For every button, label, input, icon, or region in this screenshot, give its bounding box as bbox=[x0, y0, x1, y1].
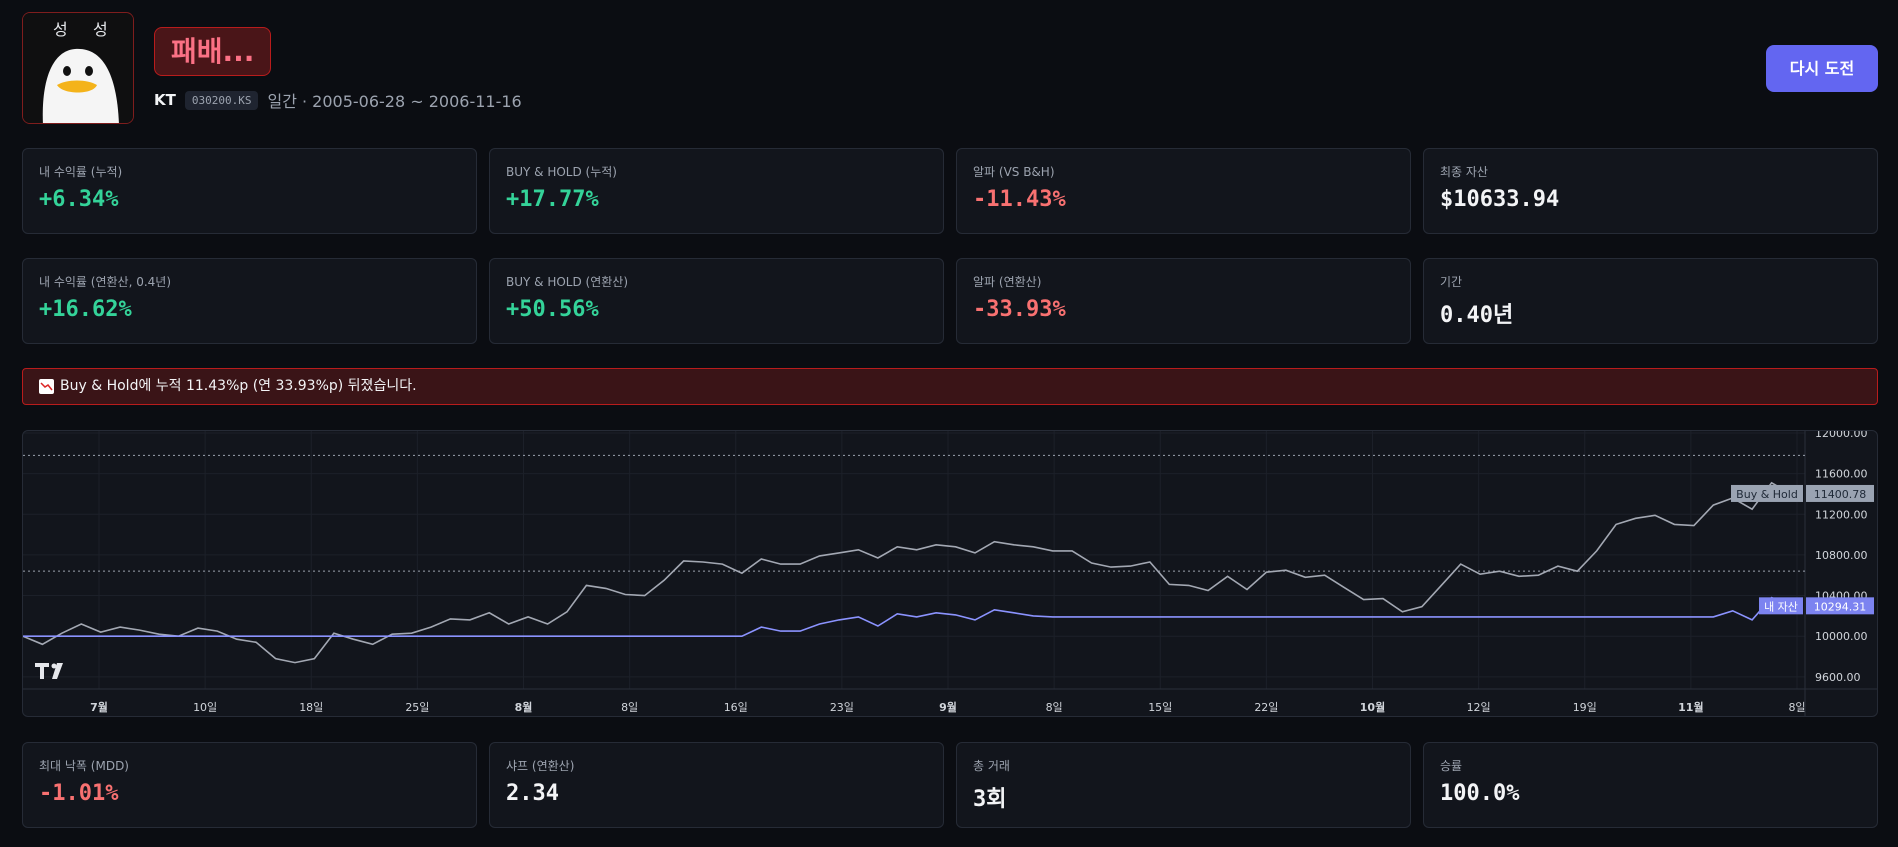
stat-card-trades: 총 거래 3회 bbox=[956, 742, 1411, 828]
stat-label: 최종 자산 bbox=[1440, 165, 1488, 179]
series-name-label: Buy & Hold bbox=[1736, 488, 1798, 501]
x-tick-label: 18일 bbox=[299, 700, 323, 714]
stat-card-alpha-annual: 알파 (연환산) -33.93% bbox=[956, 258, 1411, 344]
stat-label: 알파 (연환산) bbox=[973, 275, 1042, 289]
last-value-label: 11400.78 bbox=[1814, 488, 1867, 501]
x-tick-label: 9월 bbox=[939, 700, 957, 714]
y-tick-label: 12000.00 bbox=[1815, 431, 1868, 440]
stat-label: 기간 bbox=[1440, 275, 1463, 289]
stat-card-period: 기간 0.40년 bbox=[1423, 258, 1878, 344]
stat-value: 0.40년 bbox=[1440, 303, 1514, 328]
stat-value: +6.34% bbox=[39, 187, 119, 212]
retry-button[interactable]: 다시 도전 bbox=[1766, 45, 1878, 92]
equity-chart-svg: 7월 10일 18일 25일 8월 8일 16일 23일 9월 8일 15일 22일 10월 12일 19일… bbox=[23, 431, 1877, 716]
y-tick-label: 11600.00 bbox=[1815, 468, 1868, 481]
x-tick-label: 8일 bbox=[1788, 700, 1805, 714]
x-tick-label: 25일 bbox=[405, 700, 429, 714]
stat-label: 내 수익률 (누적) bbox=[39, 165, 123, 179]
series-line-1 bbox=[23, 596, 1792, 637]
stat-card-final-assets: 최종 자산 $10633.94 bbox=[1423, 148, 1878, 234]
period-range: 일간 · 2005-06-28 ~ 2006-11-16 bbox=[267, 92, 522, 111]
y-tick-label: 10000.00 bbox=[1815, 630, 1868, 643]
chart-down-icon bbox=[39, 379, 54, 394]
x-tick-label: 19일 bbox=[1573, 700, 1597, 714]
equity-chart[interactable]: 7월 10일 18일 25일 8월 8일 16일 23일 9월 8일 15일 22일 10월 12일 19일… bbox=[22, 430, 1878, 717]
stat-label: 샤프 (연환산) bbox=[506, 759, 575, 773]
stat-card-my-return: 내 수익률 (누적) +6.34% bbox=[22, 148, 477, 234]
last-value-label: 10294.31 bbox=[1814, 600, 1867, 613]
x-tick-label: 7월 bbox=[90, 700, 108, 714]
stat-label: 총 거래 bbox=[973, 759, 1010, 773]
x-tick-label: 8일 bbox=[1046, 700, 1063, 714]
stat-card-mdd: 최대 낙폭 (MDD) -1.01% bbox=[22, 742, 477, 828]
stat-card-bh-return-annual: BUY & HOLD (연환산) +50.56% bbox=[489, 258, 944, 344]
x-tick-label: 15일 bbox=[1148, 700, 1172, 714]
x-tick-label: 8일 bbox=[621, 700, 638, 714]
stat-value: 100.0% bbox=[1440, 781, 1520, 806]
y-tick-label: 10800.00 bbox=[1815, 549, 1868, 562]
stat-label: 승률 bbox=[1440, 759, 1463, 773]
stat-card-alpha: 알파 (VS B&H) -11.43% bbox=[956, 148, 1411, 234]
x-tick-label: 22일 bbox=[1254, 700, 1278, 714]
stat-value: -33.93% bbox=[973, 297, 1066, 322]
x-tick-label: 10일 bbox=[193, 700, 217, 714]
header: 성 성 패배... KT 030200.KS 일간 · 2005-06-28 ~… bbox=[22, 12, 1878, 124]
ticker-code: 030200.KS bbox=[184, 90, 259, 110]
y-tick-label: 11200.00 bbox=[1815, 508, 1868, 521]
stat-label: 내 수익률 (연환산, 0.4년) bbox=[39, 275, 172, 289]
stat-label: 알파 (VS B&H) bbox=[973, 165, 1055, 179]
avatar: 성 성 bbox=[22, 12, 134, 124]
avatar-badge-right: 성 bbox=[93, 20, 108, 39]
stat-label: BUY & HOLD (누적) bbox=[506, 165, 617, 179]
series-name-label: 내 자산 bbox=[1764, 600, 1798, 613]
stat-label: 최대 낙폭 (MDD) bbox=[39, 759, 129, 773]
stat-value: +17.77% bbox=[506, 187, 599, 212]
stat-card-winrate: 승률 100.0% bbox=[1423, 742, 1878, 828]
x-tick-label: 23일 bbox=[830, 700, 854, 714]
underperform-alert: Buy & Hold에 누적 11.43%p (연 33.93%p) 뒤졌습니다… bbox=[22, 368, 1878, 405]
stat-value: -1.01% bbox=[39, 781, 119, 806]
duck-avatar-icon: 성 성 bbox=[23, 13, 133, 123]
stat-value: $10633.94 bbox=[1440, 187, 1560, 212]
alert-text: Buy & Hold에 누적 11.43%p (연 33.93%p) 뒤졌습니다… bbox=[60, 378, 417, 394]
stat-value: +16.62% bbox=[39, 297, 132, 322]
result-title: 패배... bbox=[154, 27, 272, 76]
stat-value: 3회 bbox=[973, 787, 1007, 812]
stat-card-my-return-annual: 내 수익률 (연환산, 0.4년) +16.62% bbox=[22, 258, 477, 344]
ticker-meta: KT 030200.KS 일간 · 2005-06-28 ~ 2006-11-1… bbox=[154, 88, 522, 112]
stat-card-sharpe: 샤프 (연환산) 2.34 bbox=[489, 742, 944, 828]
x-tick-label: 10월 bbox=[1360, 700, 1385, 714]
ticker-name: KT bbox=[154, 91, 176, 109]
x-tick-label: 11월 bbox=[1678, 700, 1703, 714]
stat-value: 2.34 bbox=[506, 781, 559, 806]
x-tick-label: 12일 bbox=[1467, 700, 1491, 714]
stat-value: -11.43% bbox=[973, 187, 1066, 212]
stat-value: +50.56% bbox=[506, 297, 599, 322]
avatar-badge-left: 성 bbox=[53, 20, 68, 39]
x-tick-label: 16일 bbox=[724, 700, 748, 714]
stat-label: BUY & HOLD (연환산) bbox=[506, 275, 629, 289]
stat-card-bh-return: BUY & HOLD (누적) +17.77% bbox=[489, 148, 944, 234]
x-tick-label: 8월 bbox=[515, 700, 533, 714]
y-tick-label: 9600.00 bbox=[1815, 671, 1861, 684]
